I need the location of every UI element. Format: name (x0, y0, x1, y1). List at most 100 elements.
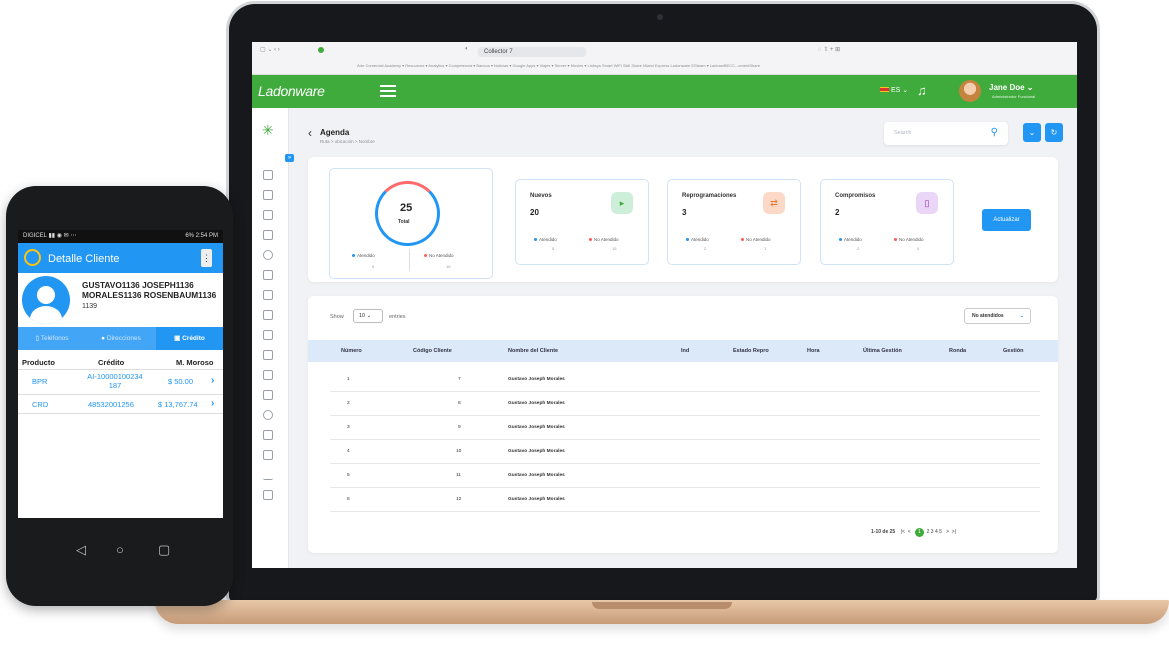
chart-icon[interactable] (263, 470, 273, 480)
sidebar: ✳ » (252, 108, 294, 568)
table-row[interactable]: 6 12 Gustavo Joseph Morales (330, 488, 1040, 512)
back-icon[interactable]: ‹ (308, 126, 312, 140)
table-row[interactable]: 2 8 Gustavo Joseph Morales (330, 392, 1040, 416)
tab-telefonos[interactable]: ▯ Teléfonos (18, 327, 86, 350)
report-icon[interactable] (263, 450, 273, 460)
row-amount: $ 50.00 (168, 377, 194, 386)
row-name[interactable]: Gustavo Joseph Morales (508, 425, 565, 430)
not-attended-legend: No Atendido (894, 237, 924, 242)
monitor-icon[interactable] (263, 170, 273, 180)
column-header[interactable]: Código Cliente (413, 348, 452, 354)
row-name[interactable]: Gustavo Joseph Morales (508, 449, 565, 454)
bank-icon[interactable] (263, 290, 273, 300)
site-icon (318, 47, 324, 53)
row-name[interactable]: Gustavo Joseph Morales (508, 473, 565, 478)
share-icon[interactable]: ◌ ⇧ + ⊞ (818, 46, 840, 53)
first-page-icon[interactable]: |< (901, 529, 905, 535)
panel-icon[interactable] (263, 270, 273, 280)
user-role: Administrador Funcional (992, 94, 1036, 99)
column-header[interactable]: Número (341, 348, 362, 354)
back-nav-icon[interactable]: ◁ (76, 542, 86, 558)
chevron-right-icon[interactable]: › (211, 375, 214, 386)
tab-credito[interactable]: ▣ Crédito (156, 327, 223, 350)
column-header[interactable]: Ind (681, 348, 689, 354)
edit-icon[interactable] (263, 190, 273, 200)
search-input[interactable]: Search ⚲ (884, 122, 1008, 145)
chevron-right-icon[interactable]: › (211, 398, 214, 409)
prev-page-icon[interactable]: < (908, 529, 911, 535)
row-code: 11 (456, 473, 461, 478)
dropdown-button[interactable]: ⌄ (1023, 123, 1041, 142)
list-icon[interactable] (263, 210, 273, 220)
database-icon[interactable] (263, 410, 273, 420)
menu-icon[interactable] (263, 230, 273, 240)
document-icon[interactable] (263, 430, 273, 440)
update-button[interactable]: Actualizar (982, 209, 1031, 231)
column-header[interactable]: Nombre del Cliente (508, 348, 558, 354)
row-name[interactable]: Gustavo Joseph Morales (508, 377, 565, 382)
table-row[interactable]: 1 7 Gustavo Joseph Morales (330, 368, 1040, 392)
clipboard-icon[interactable] (263, 350, 273, 360)
credit-row[interactable]: CRD 48532001256 $ 13,767.74 › (18, 395, 223, 414)
url-bar[interactable]: Collector 7 (478, 47, 586, 57)
page-title: Agenda (320, 128, 350, 137)
table-row[interactable]: 3 9 Gustavo Joseph Morales (330, 416, 1040, 440)
bookmarks-bar[interactable]: Arte Comercial Academy ▾ Resources ▾ Ana… (357, 63, 760, 68)
attended-count: 2 (857, 246, 860, 251)
column-header[interactable]: Gestión (1003, 348, 1023, 354)
back-circle-icon[interactable] (24, 249, 41, 266)
phone-nav-bar: ◁ ○ ▢ (18, 530, 223, 574)
table-row[interactable]: 5 11 Gustavo Joseph Morales (330, 464, 1040, 488)
mobile-icon[interactable] (263, 390, 273, 400)
laptop-screen: ▢ ⌄ ‹ › ◐ Collector 7 ◌ ⇧ + ⊞ Arte Comer… (252, 42, 1077, 568)
column-header[interactable]: Última Gestión (863, 348, 902, 354)
row-number: 6 (347, 497, 350, 502)
column-header[interactable]: Ronda (949, 348, 966, 354)
next-page-icon[interactable]: > (946, 529, 949, 535)
sidebar-expand-icon[interactable]: » (285, 154, 294, 162)
recents-nav-icon[interactable]: ▢ (158, 542, 170, 558)
hamburger-icon[interactable] (380, 85, 396, 97)
bell-icon[interactable]: ♫ (917, 83, 927, 98)
search-icon[interactable]: ⚲ (991, 127, 998, 138)
refresh-button[interactable]: ↻ (1045, 123, 1063, 142)
not-attended-legend: No Atendido (741, 237, 771, 242)
table-row[interactable]: 4 10 Gustavo Joseph Morales (330, 440, 1040, 464)
language-selector[interactable]: ES ⌄ (880, 86, 908, 94)
home-nav-icon[interactable]: ○ (116, 542, 124, 557)
attended-legend: Atendido (839, 237, 862, 242)
body-shape (30, 306, 62, 324)
pagination-range: 1-10 de 25 (871, 529, 896, 535)
column-header[interactable]: Hora (807, 348, 820, 354)
more-menu-icon[interactable]: ⋮ (201, 249, 212, 267)
card-icon[interactable] (263, 310, 273, 320)
last-page-icon[interactable]: >| (952, 529, 956, 535)
credit-row[interactable]: BPR AI-10000100234 187 $ 50.00 › (18, 372, 223, 395)
browser-toolbar: ▢ ⌄ ‹ › ◐ Collector 7 ◌ ⇧ + ⊞ Arte Comer… (252, 42, 1077, 75)
reprogramaciones-card[interactable]: Reprogramaciones 3 ⇄ Atendido 2 No Atend… (667, 179, 801, 265)
page-numbers[interactable]: 2 3 4 5 (927, 529, 942, 535)
desktop-icon[interactable] (263, 490, 273, 500)
globe-icon[interactable] (263, 250, 273, 260)
column-header[interactable]: Estado Repro (733, 348, 769, 354)
compromisos-card[interactable]: Compromisos 2 ▯ Atendido 2 No Atendido 0 (820, 179, 954, 265)
divider (409, 249, 410, 271)
user-avatar[interactable] (959, 80, 981, 102)
total-card[interactable]: 25 Total Atendido 9 No Atendido 16 (329, 168, 493, 279)
row-name[interactable]: Gustavo Joseph Morales (508, 497, 565, 502)
row-number: 4 (347, 449, 350, 454)
agenda-table-card: Show 10 ⌄ entries No atendidos ⌄ Número C… (308, 296, 1058, 553)
user-icon[interactable] (263, 330, 273, 340)
tab-direcciones[interactable]: ● Direcciones (86, 327, 156, 350)
row-name[interactable]: Gustavo Joseph Morales (508, 401, 565, 406)
attended-count: 2 (704, 246, 707, 251)
user-name[interactable]: Jane Doe ⌄ (989, 83, 1034, 92)
row-code: 7 (458, 377, 461, 382)
page-active[interactable]: 1 (914, 528, 924, 537)
sidebar-toggle-icon[interactable]: ▢ ⌄ ‹ › (260, 46, 280, 53)
nuevos-card[interactable]: Nuevos 20 ▸ Atendido 5 No Atendido 15 (515, 179, 649, 265)
calendar-icon[interactable] (263, 370, 273, 380)
entries-select[interactable]: 10 ⌄ (353, 309, 383, 323)
breadcrumb[interactable]: Ruta > ubicación > Nombre (320, 139, 375, 144)
status-filter-select[interactable]: No atendidos ⌄ (964, 308, 1031, 324)
